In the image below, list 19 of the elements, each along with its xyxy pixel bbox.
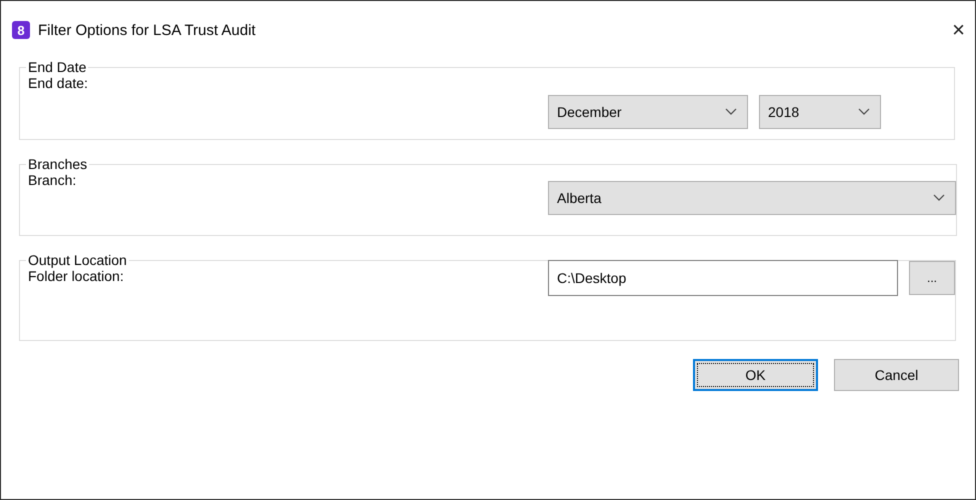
app-icon: 8 [12, 21, 30, 39]
folder-field[interactable]: C:\Desktop [548, 260, 898, 296]
chevron-down-icon [725, 108, 737, 116]
dropdown[interactable]: 2018 [759, 95, 881, 129]
browse-button[interactable]: ... [909, 261, 955, 295]
window-title: Filter Options for LSA Trust Audit [38, 22, 257, 38]
group-title: Output Location [27, 252, 128, 268]
dropdown[interactable]: Alberta [548, 181, 956, 215]
chevron-down-icon [933, 194, 945, 202]
group-title: End Date [27, 59, 88, 75]
dropdown[interactable]: December [548, 95, 748, 129]
close-icon[interactable]: × [952, 19, 965, 41]
group-title: Branches [27, 156, 88, 172]
field-label: Branch: [28, 172, 78, 188]
field-label: Folder location: [28, 268, 125, 284]
field-label: End date: [28, 75, 89, 91]
ok-button[interactable]: OK [693, 359, 818, 391]
chevron-down-icon [858, 108, 870, 116]
cancel-button[interactable]: Cancel [834, 359, 959, 391]
